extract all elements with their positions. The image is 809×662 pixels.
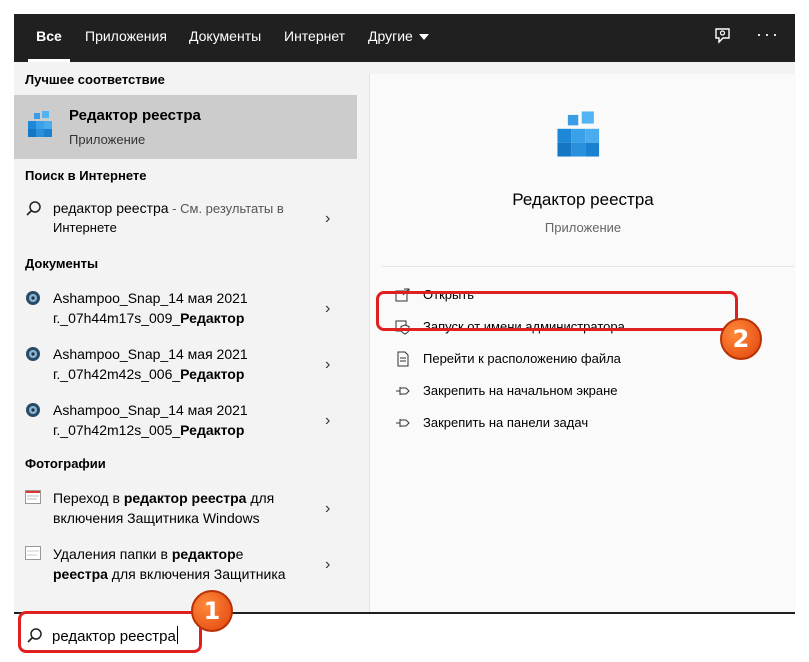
document-line1: Ashampoo_Snap_14 мая 2021 bbox=[53, 402, 248, 418]
photo-line1: Переход в редактор реестра для bbox=[53, 488, 274, 508]
registry-editor-icon bbox=[26, 109, 56, 144]
search-icon bbox=[25, 200, 43, 223]
photo-line2-bold: реестра bbox=[53, 566, 108, 582]
photo-line1-bold: редактор bbox=[171, 546, 236, 562]
document-line2: г._07h42m12s_005_Редактор bbox=[53, 420, 244, 440]
file-location-icon bbox=[395, 351, 411, 367]
scope-tabs: Все Приложения Документы Интернет Другие… bbox=[14, 14, 795, 62]
snap-file-icon bbox=[25, 290, 41, 311]
step-badge-1: 1 bbox=[191, 590, 233, 632]
divider bbox=[382, 266, 794, 267]
highlight-run-as-admin bbox=[376, 291, 738, 331]
document-line2-bold: Редактор bbox=[180, 422, 245, 438]
photo-line1-a: Удаления папки в bbox=[53, 546, 172, 562]
photo-item[interactable]: Удаления папки в редакторе реестра для в… bbox=[14, 544, 357, 590]
snap-file-icon bbox=[25, 346, 41, 367]
section-photos: Фотографии bbox=[25, 456, 106, 471]
web-result-suffix: - См. результаты в bbox=[168, 201, 284, 216]
step-badge-2: 2 bbox=[720, 318, 762, 360]
document-line2-bold: Редактор bbox=[180, 310, 245, 326]
feedback-icon[interactable] bbox=[713, 26, 733, 51]
document-item[interactable]: Ashampoo_Snap_14 мая 2021 г._07h44m17s_0… bbox=[14, 288, 357, 334]
photo-line1-bold: редактор реестра bbox=[123, 490, 247, 506]
tab-apps[interactable]: Приложения bbox=[85, 14, 167, 62]
document-line2: г._07h42m42s_006_Редактор bbox=[53, 364, 244, 384]
pin-icon bbox=[395, 383, 411, 399]
tab-internet[interactable]: Интернет bbox=[284, 14, 345, 62]
more-options-icon[interactable]: ··· bbox=[756, 24, 780, 45]
pin-icon bbox=[395, 415, 411, 431]
image-thumbnail-icon bbox=[25, 546, 41, 565]
web-result-line1: редактор реестра - См. результаты в bbox=[53, 198, 284, 219]
document-line2-bold: Редактор bbox=[180, 366, 245, 382]
document-line2-prefix: г._07h42m42s_006_ bbox=[53, 366, 181, 382]
chevron-right-icon[interactable]: › bbox=[325, 356, 330, 374]
tab-more-label: Другие bbox=[368, 28, 413, 44]
tab-all[interactable]: Все bbox=[28, 14, 70, 62]
action-pin-taskbar-label: Закрепить на панели задач bbox=[423, 415, 589, 430]
highlight-search-box bbox=[18, 611, 202, 653]
photo-line1: Удаления папки в редакторе bbox=[53, 544, 243, 564]
tab-more[interactable]: Другие bbox=[368, 14, 429, 62]
photo-line2-rest: для включения Защитника bbox=[107, 566, 286, 582]
document-line1: Ashampoo_Snap_14 мая 2021 bbox=[53, 290, 248, 306]
registry-editor-large-icon bbox=[554, 108, 606, 165]
chevron-right-icon[interactable]: › bbox=[325, 210, 330, 228]
best-match-subtitle: Приложение bbox=[69, 132, 146, 147]
web-result-item[interactable]: редактор реестра - См. результаты в Инте… bbox=[14, 198, 357, 244]
web-result-line2: Интернете bbox=[53, 220, 117, 235]
section-best-match: Лучшее соответствие bbox=[25, 72, 165, 87]
chevron-right-icon[interactable]: › bbox=[325, 412, 330, 430]
document-item[interactable]: Ashampoo_Snap_14 мая 2021 г._07h42m12s_0… bbox=[14, 400, 357, 446]
photo-line2: реестра для включения Защитника bbox=[53, 564, 286, 584]
section-web-search: Поиск в Интернете bbox=[25, 168, 147, 183]
best-match-item[interactable]: Редактор реестра Приложение bbox=[14, 95, 357, 159]
chevron-right-icon[interactable]: › bbox=[325, 556, 330, 574]
best-match-title: Редактор реестра bbox=[69, 107, 201, 124]
photo-line1-c: для bbox=[246, 490, 275, 506]
snap-file-icon bbox=[25, 402, 41, 423]
section-documents: Документы bbox=[25, 256, 99, 271]
action-open-file-location-label: Перейти к расположению файла bbox=[423, 351, 621, 366]
chevron-right-icon[interactable]: › bbox=[325, 300, 330, 318]
search-window: Все Приложения Документы Интернет Другие… bbox=[14, 14, 796, 661]
detail-title: Редактор реестра bbox=[512, 190, 654, 209]
caret-down-icon bbox=[418, 34, 429, 41]
results-list: Лучшее соответствие Редактор реестра При… bbox=[14, 62, 357, 612]
photo-line1-a: Переход в bbox=[53, 490, 124, 506]
document-item[interactable]: Ashampoo_Snap_14 мая 2021 г._07h42m42s_0… bbox=[14, 344, 357, 390]
document-line2-prefix: г._07h42m12s_005_ bbox=[53, 422, 181, 438]
document-line2: г._07h44m17s_009_Редактор bbox=[53, 308, 244, 328]
tab-documents[interactable]: Документы bbox=[189, 14, 261, 62]
document-line1: Ashampoo_Snap_14 мая 2021 bbox=[53, 346, 248, 362]
photo-line2: включения Защитника Windows bbox=[53, 510, 260, 526]
photo-item[interactable]: Переход в редактор реестра для включения… bbox=[14, 488, 357, 534]
photo-line1-c: е bbox=[235, 546, 244, 562]
image-thumbnail-icon bbox=[25, 490, 41, 509]
chevron-right-icon[interactable]: › bbox=[325, 500, 330, 518]
web-result-query: редактор реестра bbox=[53, 200, 169, 216]
document-line2-prefix: г._07h44m17s_009_ bbox=[53, 310, 181, 326]
action-pin-start-label: Закрепить на начальном экране bbox=[423, 383, 618, 398]
detail-subtitle: Приложение bbox=[544, 220, 622, 235]
